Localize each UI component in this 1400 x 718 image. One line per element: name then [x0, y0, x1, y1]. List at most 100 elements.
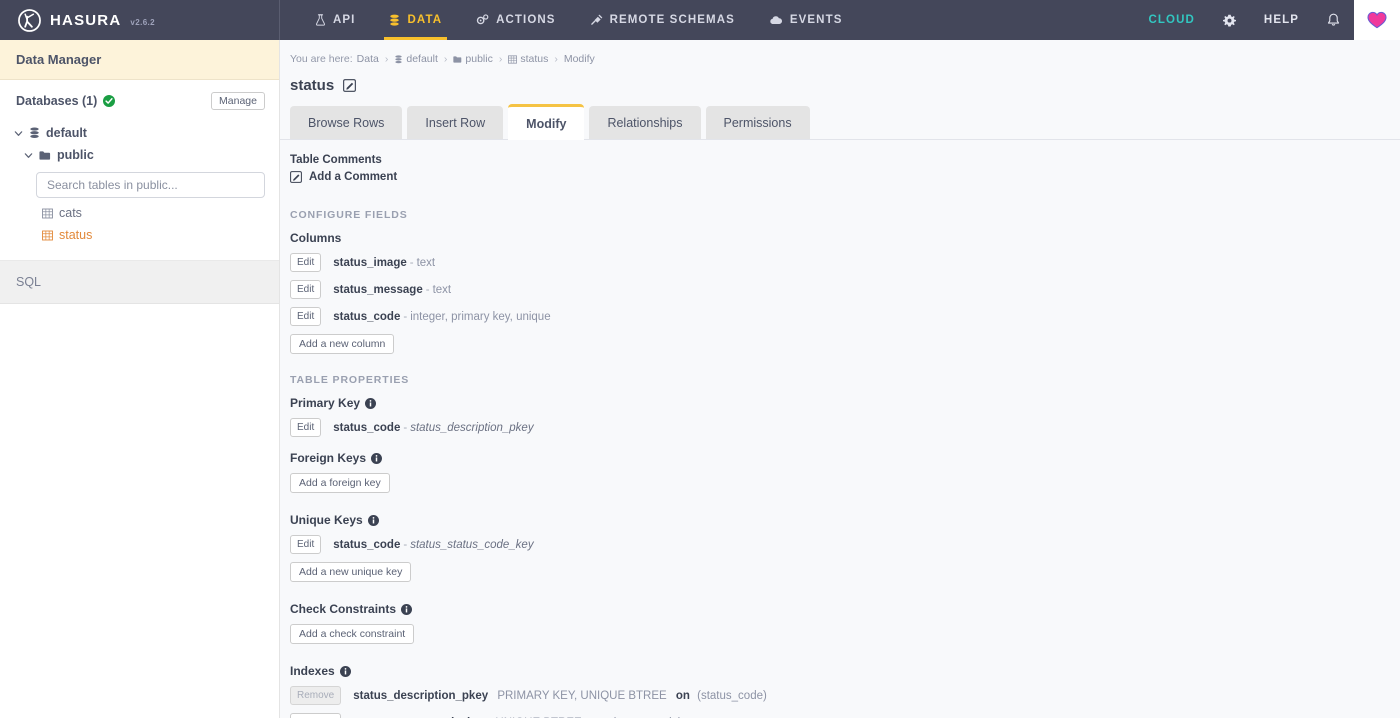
columns-heading-label: Columns — [290, 231, 342, 245]
breadcrumb-item-default[interactable]: default — [394, 53, 438, 65]
green-check-icon — [103, 95, 116, 107]
edit-column-button[interactable]: Edit — [290, 307, 322, 326]
edit-column-button[interactable]: Edit — [290, 280, 322, 299]
info-icon[interactable] — [371, 452, 383, 464]
check-constraints-heading: Check Constraints — [290, 602, 1400, 616]
edit-primary-key-button[interactable]: Edit — [290, 418, 322, 437]
nav-right-group: CLOUD HELP — [1135, 0, 1400, 40]
primary-key-constraint: status_description_pkey — [410, 421, 534, 434]
add-comment-button[interactable]: Add a Comment — [290, 171, 1400, 183]
top-navigation-bar: HASURA v2.6.2 API DATA ACTIONS REMOTE SC… — [0, 0, 1400, 40]
breadcrumb-label: Data — [356, 53, 379, 65]
breadcrumb-item-status[interactable]: status — [508, 53, 548, 65]
table-search-wrapper — [0, 166, 279, 202]
notifications-button[interactable] — [1313, 0, 1354, 40]
remove-index-button[interactable]: Remove — [290, 686, 342, 705]
add-unique-key-button[interactable]: Add a new unique key — [290, 562, 412, 582]
settings-button[interactable] — [1209, 0, 1250, 40]
primary-key-row: Edit status_code - status_description_pkey — [290, 418, 1400, 437]
sidebar-schema-label: public — [57, 148, 94, 162]
breadcrumb: You are here: Data › default › public › … — [280, 40, 1400, 65]
chevron-down-icon — [14, 130, 23, 136]
cloud-link[interactable]: CLOUD — [1135, 0, 1209, 40]
index-name: status_description_pkey — [353, 689, 489, 702]
main-nav-items: API DATA ACTIONS REMOTE SCHEMAS EVENTS — [280, 0, 860, 40]
info-icon[interactable] — [401, 603, 413, 615]
tab-browse-rows[interactable]: Browse Rows — [290, 106, 403, 139]
folder-icon — [39, 150, 51, 160]
nav-item-actions[interactable]: ACTIONS — [459, 0, 572, 40]
nav-item-events[interactable]: EVENTS — [752, 0, 860, 40]
sidebar-table-label: cats — [59, 206, 82, 220]
index-meta: PRIMARY KEY, UNIQUE BTREE — [497, 689, 667, 702]
database-icon — [395, 54, 403, 63]
breadcrumb-item-data[interactable]: Data — [357, 53, 379, 65]
sidebar-sql-section[interactable]: SQL — [0, 261, 279, 304]
add-new-column-button[interactable]: Add a new column — [290, 334, 395, 354]
table-icon — [508, 54, 518, 64]
api-flask-icon — [315, 14, 326, 26]
edit-unique-key-button[interactable]: Edit — [290, 535, 322, 554]
index-columns: (status_code) — [697, 689, 767, 702]
breadcrumb-item-public[interactable]: public — [453, 53, 493, 65]
database-icon — [30, 127, 39, 138]
chevron-down-icon — [24, 152, 33, 158]
primary-key-column: status_code — [333, 421, 401, 434]
databases-section: Databases (1) Manage default public Sear… — [0, 80, 279, 261]
unique-key-separator: - — [403, 538, 408, 551]
nav-label-actions: ACTIONS — [496, 14, 556, 26]
edit-column-button[interactable]: Edit — [290, 253, 322, 272]
index-on-label: on — [675, 689, 690, 702]
index-row: Remove status_status_code_key UNIQUE BTR… — [290, 713, 1400, 718]
info-icon[interactable] — [339, 665, 351, 677]
sidebar-schema-public[interactable]: public — [0, 144, 279, 166]
breadcrumb-prefix: You are here: — [290, 53, 353, 65]
sidebar-table-cats[interactable]: cats — [0, 202, 279, 224]
unique-key-row: Edit status_code - status_status_code_key — [290, 535, 1400, 554]
tab-relationships[interactable]: Relationships — [589, 106, 701, 139]
edit-pencil-icon[interactable] — [343, 79, 357, 92]
column-separator: - — [425, 283, 430, 296]
databases-count-label: Databases (1) — [16, 94, 98, 108]
add-check-constraint-button[interactable]: Add a check constraint — [290, 624, 415, 644]
nav-item-remote-schemas[interactable]: REMOTE SCHEMAS — [573, 0, 752, 40]
column-row: Edit status_message - text — [290, 280, 1400, 299]
nav-item-data[interactable]: DATA — [372, 0, 459, 40]
index-row: Remove status_description_pkey PRIMARY K… — [290, 686, 1400, 705]
breadcrumb-separator: › — [498, 53, 503, 65]
foreign-keys-label: Foreign Keys — [290, 451, 367, 465]
add-foreign-key-button[interactable]: Add a foreign key — [290, 473, 390, 493]
remove-index-button[interactable]: Remove — [290, 713, 342, 718]
column-type: text — [432, 283, 452, 296]
folder-icon — [453, 55, 462, 63]
info-icon[interactable] — [365, 397, 377, 409]
bell-icon — [1327, 13, 1340, 26]
search-tables-input[interactable] — [36, 172, 265, 198]
page-layout: Data Manager Databases (1) Manage defaul… — [0, 40, 1400, 718]
page-title-row: status — [280, 65, 1400, 94]
tab-modify[interactable]: Modify — [508, 104, 585, 140]
column-separator: - — [409, 256, 414, 269]
gear-icon — [1222, 14, 1236, 27]
primary-key-label: Primary Key — [290, 396, 361, 410]
unique-keys-label: Unique Keys — [290, 513, 363, 527]
help-link[interactable]: HELP — [1250, 0, 1313, 40]
info-icon[interactable] — [367, 514, 379, 526]
sidebar-table-status[interactable]: status — [0, 224, 279, 246]
remote-schemas-plug-icon — [590, 14, 603, 26]
manage-databases-button[interactable]: Manage — [211, 92, 265, 110]
nav-item-api[interactable]: API — [298, 0, 372, 40]
table-tabs: Browse Rows Insert Row Modify Relationsh… — [280, 94, 1400, 140]
tab-insert-row[interactable]: Insert Row — [407, 106, 504, 139]
sidebar-database-default[interactable]: default — [0, 122, 279, 144]
tab-permissions[interactable]: Permissions — [705, 106, 810, 139]
column-type: integer, primary key, unique — [410, 310, 551, 323]
column-type: text — [416, 256, 436, 269]
unique-key-constraint: status_status_code_key — [410, 538, 534, 551]
feedback-heart-button[interactable] — [1354, 0, 1400, 40]
brand-logo-area[interactable]: HASURA v2.6.2 — [0, 0, 280, 40]
databases-header-row: Databases (1) Manage — [0, 92, 279, 110]
heart-icon — [1367, 11, 1387, 29]
primary-key-separator: - — [403, 421, 408, 434]
column-name: status_code — [333, 310, 401, 323]
